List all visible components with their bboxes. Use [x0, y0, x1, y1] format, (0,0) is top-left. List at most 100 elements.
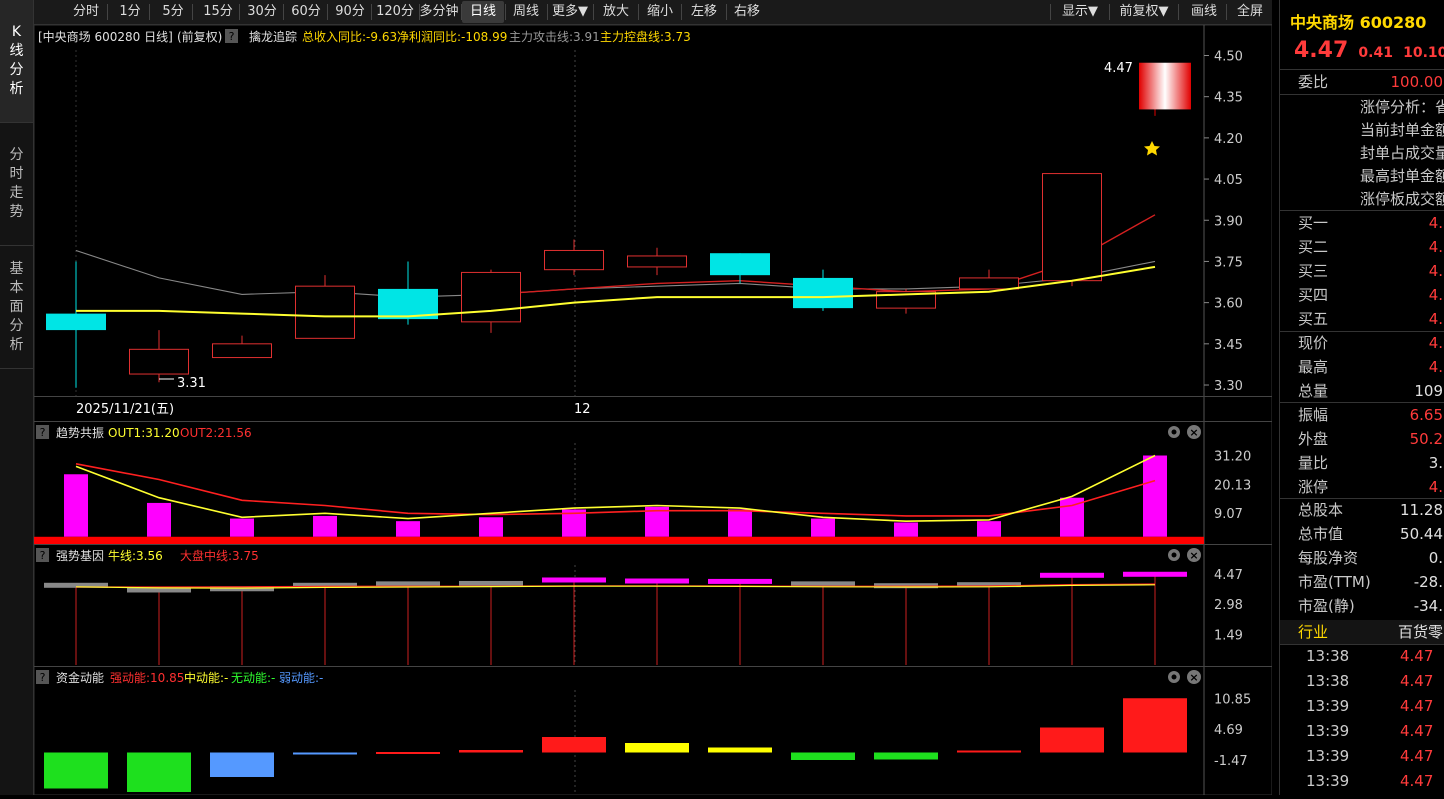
momentum-bar: [459, 750, 523, 753]
candle-up: [295, 285, 355, 339]
star-icon: [1144, 141, 1160, 156]
tick-price: 4.47: [1400, 747, 1434, 765]
toolbar-separator: [1226, 4, 1227, 20]
period-daily[interactable]: 日线: [462, 1, 504, 23]
price-tick-label: 4.50: [1214, 49, 1243, 64]
quote-label: 买五: [1298, 310, 1329, 328]
tab-char: 走: [9, 185, 24, 201]
period-multi-minute[interactable]: 多分钟: [418, 1, 460, 23]
gene-bar: [1040, 572, 1104, 578]
candle-up: [212, 343, 272, 359]
quote-value: 4.: [1428, 286, 1443, 304]
period-90min[interactable]: 90分: [330, 1, 370, 23]
tab-kline-analysis[interactable]: K线分析: [0, 0, 33, 123]
candle-limit-up: [1139, 62, 1191, 110]
indicator-title: 资金动能: [56, 670, 104, 685]
price-adjust-menu-button[interactable]: 前复权▼: [1113, 1, 1175, 23]
candle-up: [461, 271, 521, 323]
stock-name: 中央商场: [1290, 13, 1355, 32]
quote-label: 涨停: [1298, 478, 1329, 496]
header-name: [中央商场 600280 日线]: [38, 29, 173, 44]
help-icon-label: ?: [40, 549, 46, 562]
tab-char: 分: [9, 147, 24, 163]
indicator-bar: [894, 522, 918, 537]
period-60min[interactable]: 60分: [286, 1, 326, 23]
momentum-bar: [542, 737, 606, 753]
period-timeshare[interactable]: 分时: [66, 1, 106, 23]
indicator-tick-label: -1.47: [1214, 754, 1248, 769]
quote-label: 外盘: [1298, 430, 1329, 448]
quote-label: 最高: [1298, 358, 1329, 376]
tab-fundamental[interactable]: 基本面分析: [0, 246, 33, 369]
gene-bar: [1123, 571, 1187, 577]
gene-bar: [625, 578, 689, 584]
header-attack: 主力攻击线:3.91: [509, 30, 600, 44]
tab-intraday[interactable]: 分时走势: [0, 123, 33, 246]
tab-char: 基: [9, 260, 24, 277]
indicator-value: 弱动能:-: [279, 671, 323, 685]
display-menu-button[interactable]: 显示▼: [1054, 1, 1106, 23]
period-5min[interactable]: 5分: [155, 1, 191, 23]
zoom-in-button[interactable]: 放大: [595, 1, 637, 23]
tick-row: 13:39 4.47: [1280, 769, 1444, 794]
quote-value: 4.: [1428, 334, 1443, 352]
indicator-bar: [396, 521, 420, 537]
period-15min[interactable]: 15分: [198, 1, 238, 23]
more-periods-button[interactable]: 更多▼: [548, 1, 592, 23]
limit-analysis-item: 当前封单金额: [1360, 121, 1444, 139]
date-label: 2025/11/21(五): [76, 402, 174, 417]
move-right-button[interactable]: 右移: [726, 1, 768, 23]
gene-bar: [542, 577, 606, 583]
period-30min[interactable]: 30分: [242, 1, 282, 23]
close-icon-glyph: ×: [1189, 671, 1198, 684]
quote-value: 4.: [1428, 238, 1443, 256]
quote-row: 现价 4.: [1280, 331, 1444, 355]
candle-up: [129, 348, 189, 375]
date-label: 12: [574, 402, 591, 417]
gear-icon-hole: [1171, 674, 1177, 680]
momentum-bar: [1040, 727, 1104, 753]
header-adj: (前复权): [177, 29, 222, 44]
price-tick-label: 4.05: [1214, 173, 1243, 188]
quote-row: 外盘 50.2: [1280, 427, 1444, 451]
tick-price: 4.47: [1400, 722, 1434, 740]
toolbar-separator: [1178, 4, 1179, 20]
chart-area[interactable]: [中央商场 600280 日线] (前复权)? 擒龙追踪 总收入同比:-9.63 净利润…: [33, 24, 1273, 796]
candle-up: [1042, 173, 1102, 282]
indicator-title: 趋势共振: [56, 426, 104, 440]
indicator-bar: [64, 474, 88, 537]
indicator-bar: [313, 515, 337, 537]
zoom-out-button[interactable]: 缩小: [640, 1, 680, 23]
period-weekly[interactable]: 周线: [506, 1, 546, 23]
ma-line-gray: [75, 249, 1156, 298]
tick-row: 13:38 4.47: [1280, 644, 1444, 669]
momentum-bar: [293, 752, 357, 755]
quote-panel: 中央商场 600280 4.47 0.41 10.10% 委比 100.00 涨…: [1279, 0, 1444, 795]
period-1min[interactable]: 1分: [112, 1, 148, 23]
stock-title: 中央商场 600280: [1290, 9, 1426, 33]
quote-label: 总股本: [1298, 501, 1344, 519]
quote-row: 涨停 4.: [1280, 475, 1444, 499]
left-tab-bar: K线分析 分时走势 基本面分析: [0, 0, 34, 795]
move-left-button[interactable]: 左移: [683, 1, 725, 23]
quote-value: 50.2: [1409, 430, 1443, 448]
price-line: 4.47 0.41 10.10%: [1294, 38, 1444, 63]
candle-up: [627, 255, 687, 268]
max-price-label: 4.47: [1104, 61, 1133, 76]
fullscreen-button[interactable]: 全屏: [1230, 1, 1270, 23]
tick-row: 13:38 4.47: [1280, 669, 1444, 694]
indicator-value: OUT1:31.20: [108, 426, 180, 440]
indicator-value: 中动能:-: [184, 670, 228, 685]
toolbar-separator: [283, 4, 284, 20]
draw-button[interactable]: 画线: [1182, 1, 1226, 23]
price-change: 0.41: [1358, 45, 1393, 61]
quote-label: 现价: [1298, 334, 1329, 352]
quote-value: -28.: [1413, 573, 1443, 591]
quote-row: 买一 4.: [1280, 211, 1444, 235]
tick-time: 13:38: [1306, 647, 1350, 665]
indicator-tick-label: 20.13: [1214, 478, 1251, 493]
period-120min[interactable]: 120分: [372, 1, 418, 23]
quote-label: 市盈(静): [1298, 597, 1355, 615]
tick-time: 13:39: [1306, 697, 1350, 715]
quote-label: 每股净资: [1298, 549, 1359, 567]
